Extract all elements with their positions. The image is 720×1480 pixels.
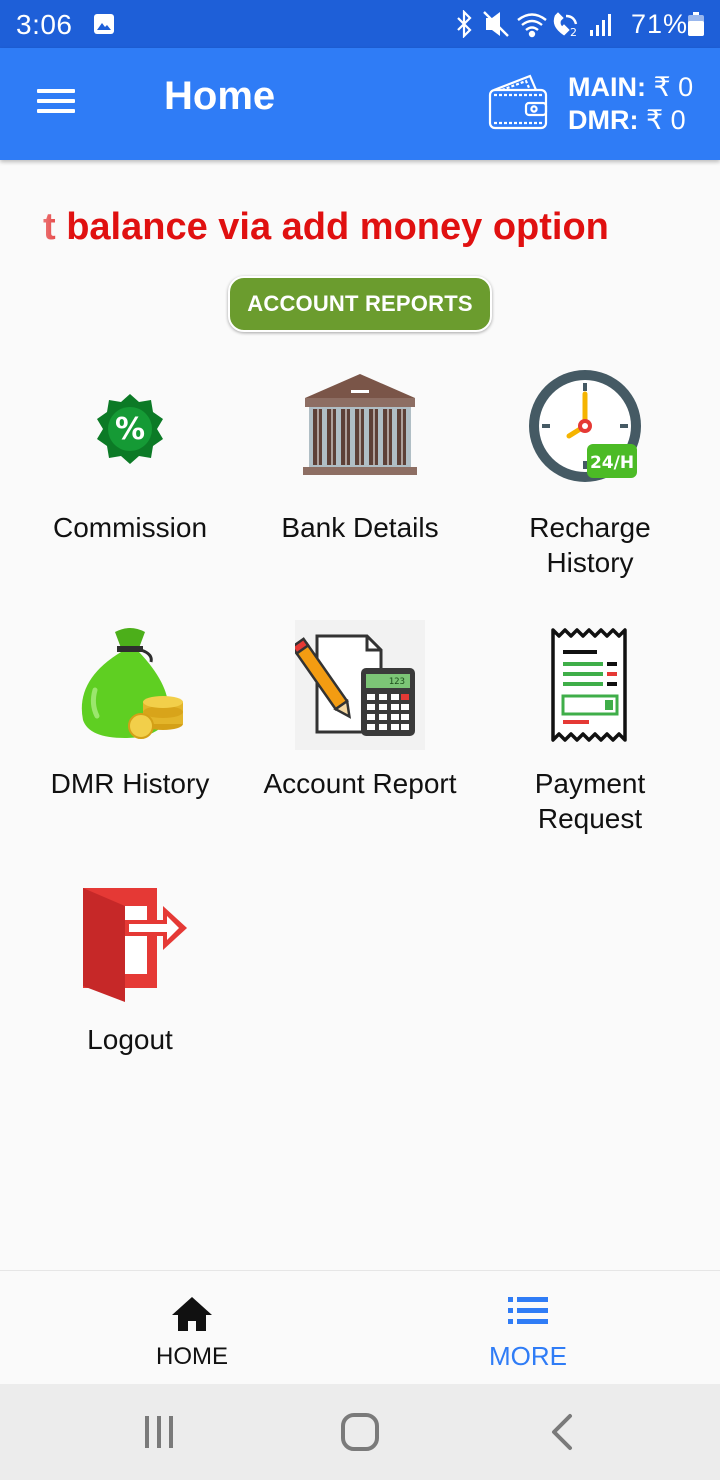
- back-icon[interactable]: [542, 1412, 582, 1452]
- wifi-icon: [517, 13, 547, 38]
- signal-icon: [590, 14, 611, 36]
- tile-logout[interactable]: Logout: [10, 876, 250, 1106]
- account-reports-button[interactable]: ACCOUNT REPORTS: [228, 276, 492, 332]
- tile-label: Commission: [52, 512, 208, 543]
- status-time: 3:06: [16, 9, 73, 40]
- percent-badge-icon: %: [97, 394, 163, 464]
- bluetooth-icon: [457, 10, 472, 38]
- battery-icon: [688, 12, 704, 36]
- mute-icon: [483, 11, 509, 37]
- marquee-text: t balance via add money option: [43, 206, 609, 248]
- hamburger-menu-icon: [37, 89, 75, 93]
- nav-more-label: MORE: [489, 1341, 567, 1371]
- dmr-balance-value: ₹ 0: [646, 105, 686, 135]
- tile-label: Payment Request: [534, 768, 646, 834]
- menu-button[interactable]: [26, 78, 86, 126]
- hamburger-line: [37, 99, 75, 103]
- nav-more[interactable]: MORE: [348, 1271, 708, 1385]
- tile-recharge-history[interactable]: 24/H Recharge History: [470, 364, 710, 594]
- dmr-balance-label: DMR:: [568, 105, 639, 135]
- main-balance-label: MAIN:: [568, 72, 646, 102]
- wallet-icon[interactable]: [486, 70, 550, 134]
- system-navigation-bar: [0, 1384, 720, 1480]
- tile-label: Bank Details: [281, 512, 439, 543]
- svg-text:24/H: 24/H: [590, 453, 634, 473]
- money-bag-icon: [81, 628, 183, 739]
- bottom-navigation: HOME MORE: [0, 1270, 720, 1384]
- marquee-notice: t balance via add money option: [0, 202, 720, 258]
- clock-24h-icon: 24/H: [529, 370, 641, 482]
- nav-home[interactable]: HOME: [12, 1271, 372, 1385]
- tile-dmr-history[interactable]: DMR History: [10, 620, 250, 850]
- status-system-icons: 2: [457, 10, 611, 38]
- tile-bank-details[interactable]: Bank Details: [240, 364, 480, 594]
- nav-home-label: HOME: [156, 1343, 228, 1370]
- calculator-document-icon: 123: [295, 620, 425, 750]
- main-balance: MAIN: ₹ 0: [568, 72, 693, 103]
- home-icon: [172, 1297, 212, 1331]
- wifi-call-icon: 2: [553, 12, 578, 38]
- tile-label: Recharge History: [529, 512, 651, 578]
- home-circle-icon[interactable]: [340, 1412, 380, 1452]
- list-icon: [508, 1297, 548, 1324]
- battery-percent: 71%: [631, 9, 689, 39]
- gallery-icon: [94, 14, 114, 34]
- receipt-icon: [551, 628, 627, 742]
- status-bar: 3:06 2 71%: [0, 0, 720, 48]
- tile-commission[interactable]: % Commission: [10, 364, 250, 594]
- tile-label: DMR History: [50, 768, 210, 799]
- app-bar: Home MAIN: ₹ 0 DMR: ₹ 0: [0, 48, 720, 160]
- recent-apps-icon[interactable]: [139, 1412, 179, 1452]
- tile-label: Account Report: [263, 768, 457, 799]
- svg-text:2: 2: [570, 26, 577, 38]
- page-title: Home: [164, 74, 276, 118]
- hamburger-line: [37, 109, 75, 113]
- svg-text:123: 123: [389, 677, 405, 687]
- tile-account-report[interactable]: 123 Account Report: [240, 620, 480, 850]
- main-balance-value: ₹ 0: [653, 72, 694, 102]
- marquee-fade: [0, 202, 72, 258]
- dmr-balance: DMR: ₹ 0: [568, 105, 686, 136]
- logout-door-icon: [83, 888, 187, 1002]
- tile-payment-request[interactable]: Payment Request: [470, 620, 710, 850]
- tile-label: Logout: [87, 1024, 173, 1055]
- svg-text:%: %: [115, 412, 145, 447]
- bank-building-icon: [303, 374, 417, 475]
